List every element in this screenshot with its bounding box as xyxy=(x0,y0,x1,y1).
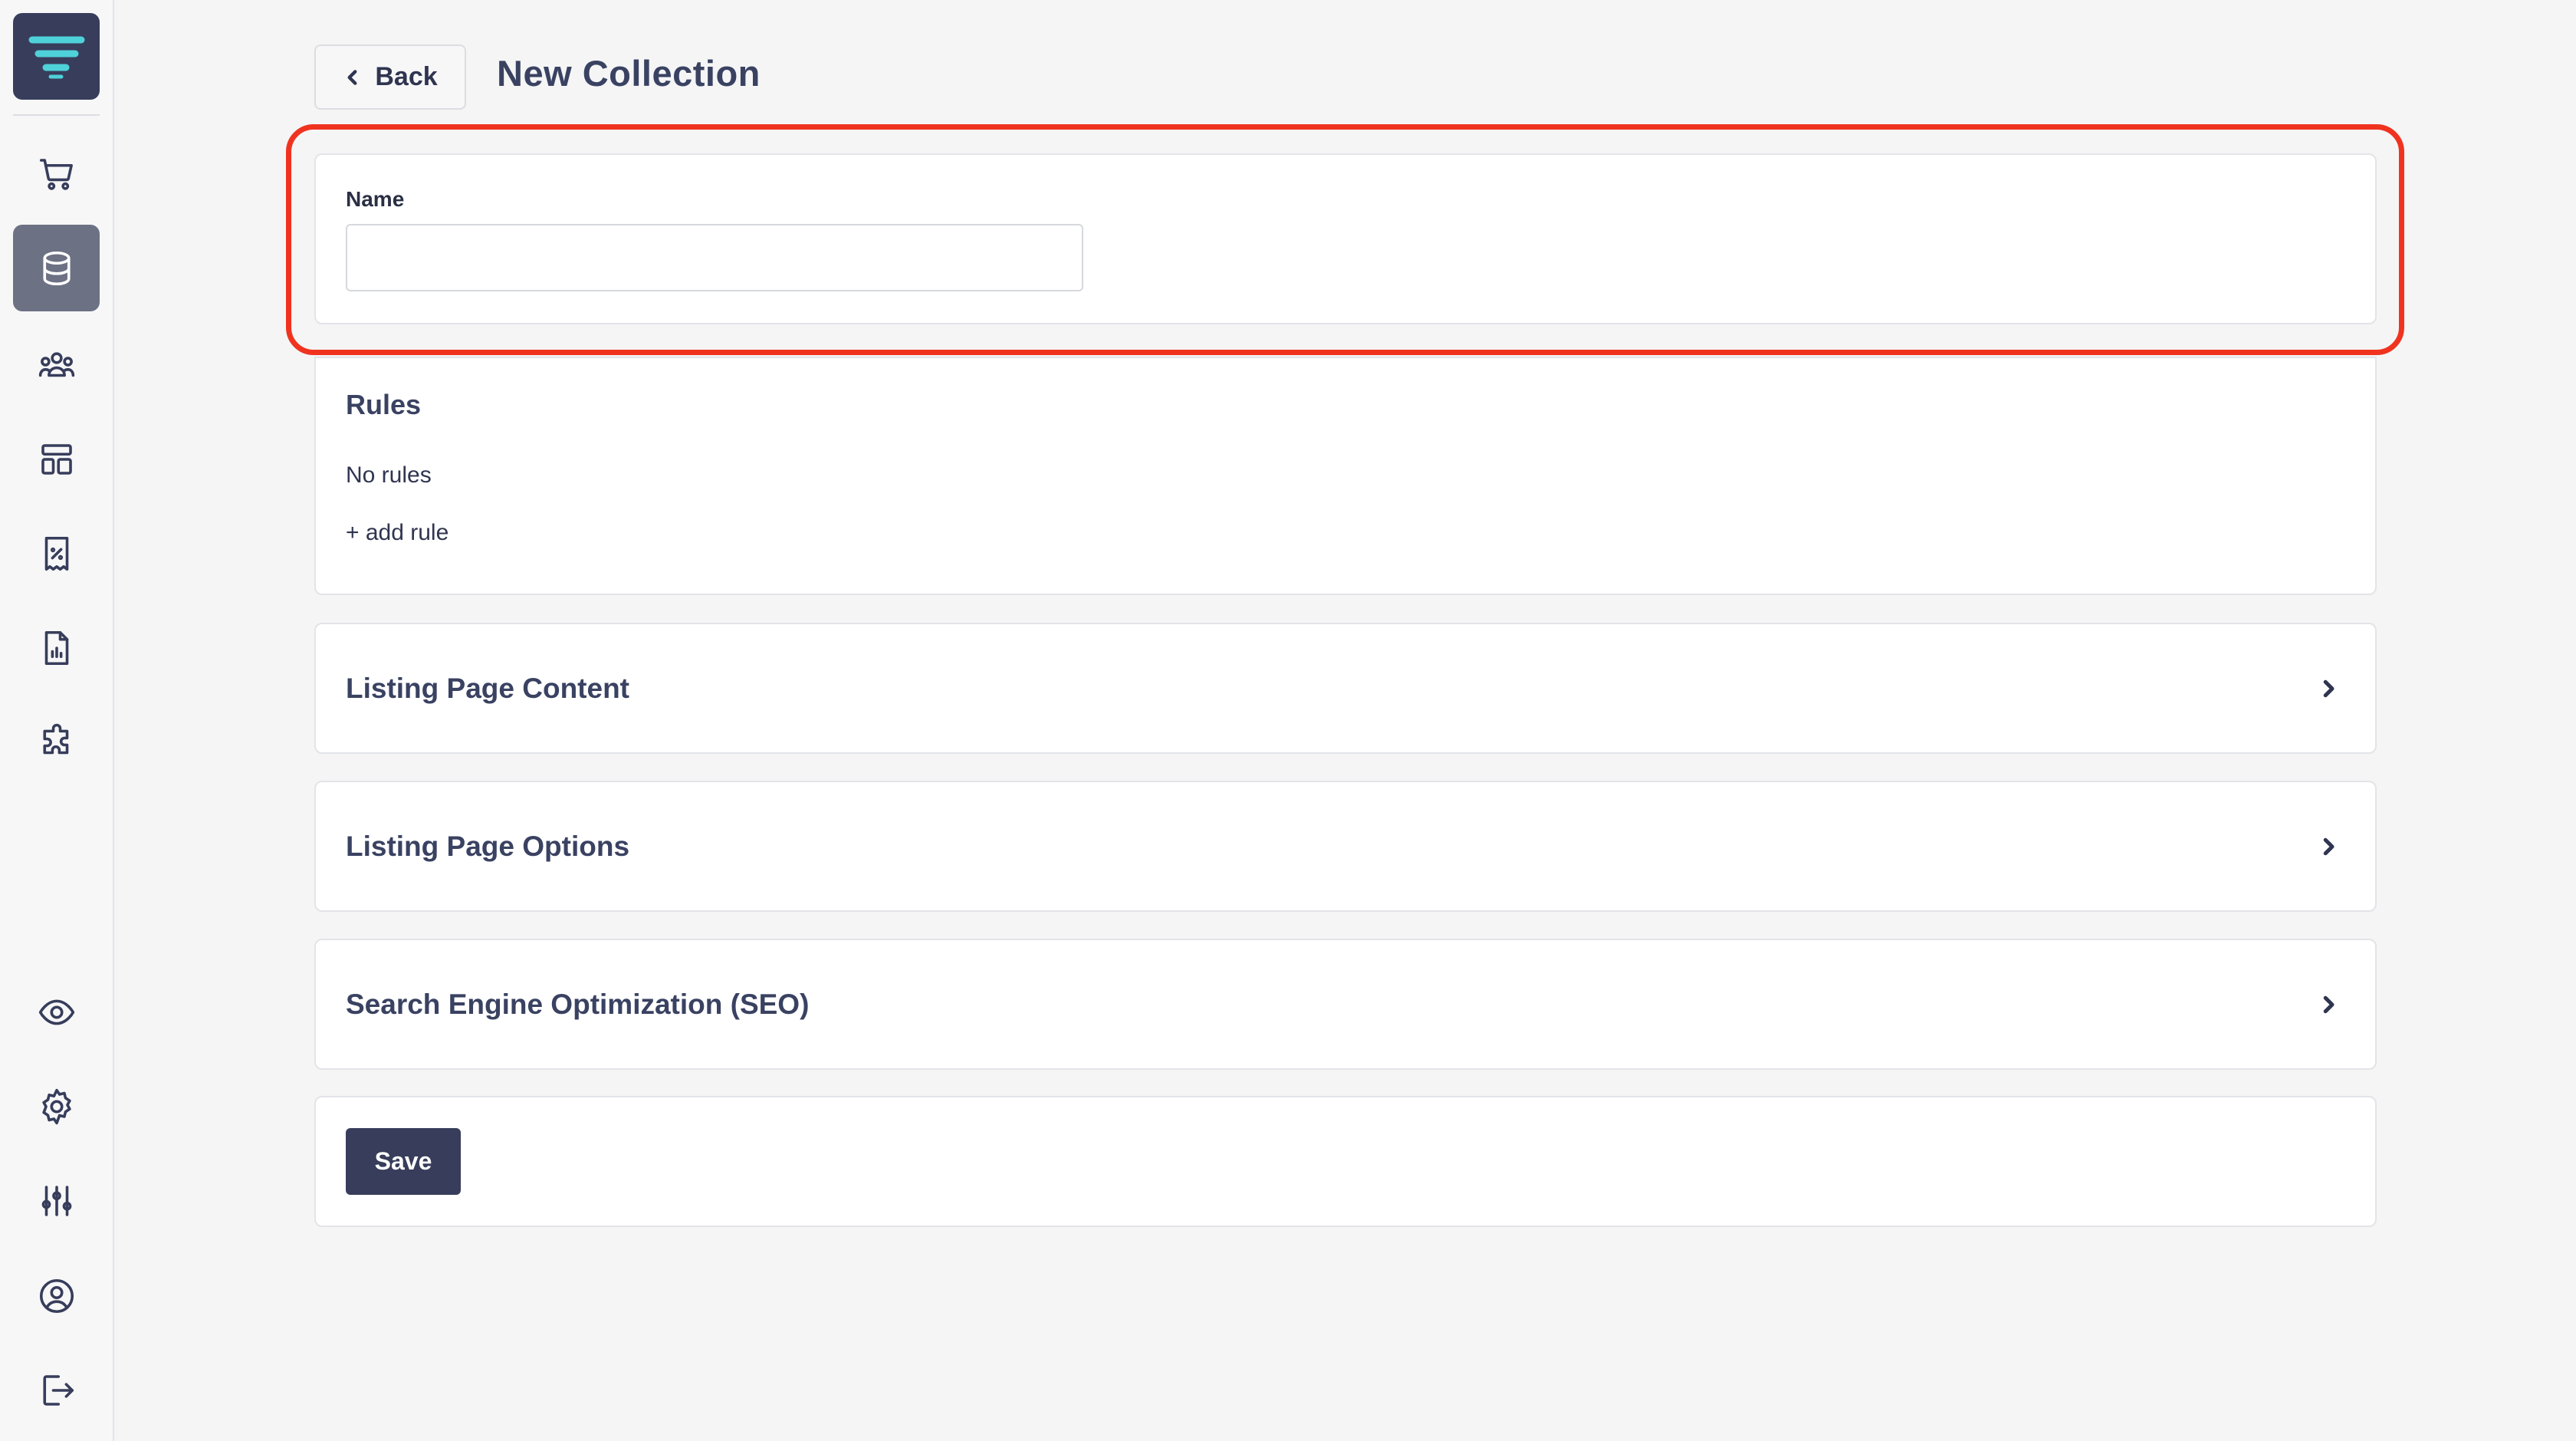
section-title: Listing Page Options xyxy=(346,830,630,862)
sidebar-item-settings[interactable] xyxy=(13,1063,100,1150)
sidebar-item-plugins[interactable] xyxy=(13,699,100,785)
rules-title: Rules xyxy=(346,389,422,420)
add-rule-link[interactable]: + add rule xyxy=(346,520,449,546)
sidebar-item-catalog[interactable] xyxy=(13,225,100,311)
eye-icon xyxy=(38,999,74,1025)
gear-icon xyxy=(41,1088,71,1124)
section-listing-page-options[interactable]: Listing Page Options xyxy=(314,781,2377,912)
shopping-cart-icon xyxy=(39,158,73,190)
save-card: Save xyxy=(314,1096,2377,1227)
back-button-label: Back xyxy=(375,62,438,91)
puzzle-icon xyxy=(42,723,68,754)
sidebar-item-orders[interactable] xyxy=(13,130,100,217)
section-title: Listing Page Content xyxy=(346,672,629,704)
sidebar-item-account[interactable] xyxy=(13,1252,100,1339)
back-button[interactable]: Back xyxy=(314,44,466,110)
section-seo[interactable]: Search Engine Optimization (SEO) xyxy=(314,939,2377,1070)
report-chart-icon xyxy=(44,630,68,665)
sidebar-item-logout[interactable] xyxy=(13,1347,100,1433)
sidebar xyxy=(0,0,114,1441)
sliders-icon xyxy=(41,1185,71,1216)
logout-icon xyxy=(42,1374,74,1406)
users-icon xyxy=(38,351,74,377)
logo-icon xyxy=(28,36,84,78)
sidebar-item-preview[interactable] xyxy=(13,969,100,1055)
sidebar-item-customers[interactable] xyxy=(13,321,100,408)
chevron-right-icon xyxy=(2323,837,2334,855)
rules-card: Rules No rules + add rule xyxy=(314,357,2377,595)
sidebar-item-reports[interactable] xyxy=(13,604,100,691)
receipt-percent-icon xyxy=(44,536,68,571)
sidebar-item-discounts[interactable] xyxy=(13,510,100,597)
sidebar-item-content[interactable] xyxy=(13,416,100,502)
chevron-right-icon xyxy=(2323,679,2334,697)
sidebar-divider xyxy=(13,114,100,116)
sidebar-item-configuration[interactable] xyxy=(13,1157,100,1244)
layout-icon xyxy=(41,443,72,475)
page-title: New Collection xyxy=(497,53,761,94)
chevron-right-icon xyxy=(2323,995,2334,1013)
name-card: Name xyxy=(314,153,2377,324)
app-logo[interactable] xyxy=(13,13,100,100)
no-rules-text: No rules xyxy=(346,462,432,488)
section-title: Search Engine Optimization (SEO) xyxy=(346,988,810,1020)
save-button[interactable]: Save xyxy=(346,1128,461,1195)
database-icon xyxy=(42,251,71,285)
name-label: Name xyxy=(346,187,405,211)
section-listing-page-content[interactable]: Listing Page Content xyxy=(314,623,2377,754)
user-circle-icon xyxy=(39,1278,74,1313)
chevron-left-icon xyxy=(347,69,357,85)
name-input[interactable] xyxy=(346,224,1083,291)
